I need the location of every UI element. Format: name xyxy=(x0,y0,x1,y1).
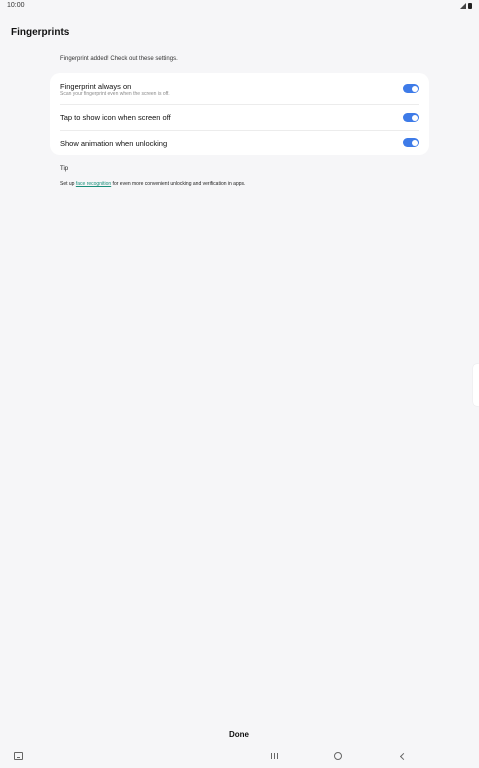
battery-icon xyxy=(468,3,472,9)
toggle-knob xyxy=(411,85,418,92)
toggle-knob xyxy=(411,139,418,146)
status-time: 10:00 xyxy=(7,2,25,9)
tip-text: Set up face recognition for even more co… xyxy=(60,181,245,187)
recents-button[interactable] xyxy=(267,749,281,763)
intro-text: Fingerprint added! Check out these setti… xyxy=(60,56,178,62)
back-icon xyxy=(399,752,407,760)
tip-prefix: Set up xyxy=(60,181,76,187)
setting-tap-to-show-icon[interactable]: Tap to show icon when screen off xyxy=(60,105,419,130)
face-recognition-link[interactable]: face recognition xyxy=(76,181,111,187)
keyboard-button[interactable] xyxy=(11,749,25,763)
done-button[interactable]: Done xyxy=(214,726,264,742)
setting-title: Fingerprint always on xyxy=(60,82,132,91)
edge-panel-handle[interactable] xyxy=(473,364,479,406)
toggle-knob xyxy=(411,114,418,121)
tip-heading: Tip xyxy=(60,166,69,172)
setting-summary: Scan your fingerprint even when the scre… xyxy=(60,91,170,97)
setting-fingerprint-always-on[interactable]: Fingerprint always on Scan your fingerpr… xyxy=(60,73,419,104)
recents-icon xyxy=(270,753,278,759)
setting-title: Show animation when unlocking xyxy=(60,139,168,148)
home-icon xyxy=(334,752,342,760)
setting-title: Tap to show icon when screen off xyxy=(60,113,171,122)
tap-to-show-icon-toggle[interactable] xyxy=(403,113,419,122)
settings-card: Fingerprint always on Scan your fingerpr… xyxy=(50,73,429,155)
status-bar: 10:00 xyxy=(0,0,479,14)
fingerprint-always-on-toggle[interactable] xyxy=(403,84,419,93)
tip-suffix: for even more convenient unlocking and v… xyxy=(111,181,246,187)
status-icons xyxy=(460,3,472,9)
navigation-bar xyxy=(0,746,479,768)
signal-icon xyxy=(460,3,466,9)
setting-show-animation[interactable]: Show animation when unlocking xyxy=(60,131,419,155)
keyboard-icon xyxy=(13,752,23,760)
home-button[interactable] xyxy=(331,749,345,763)
back-button[interactable] xyxy=(395,749,409,763)
show-animation-toggle[interactable] xyxy=(403,138,419,147)
page-title: Fingerprints xyxy=(11,27,70,38)
